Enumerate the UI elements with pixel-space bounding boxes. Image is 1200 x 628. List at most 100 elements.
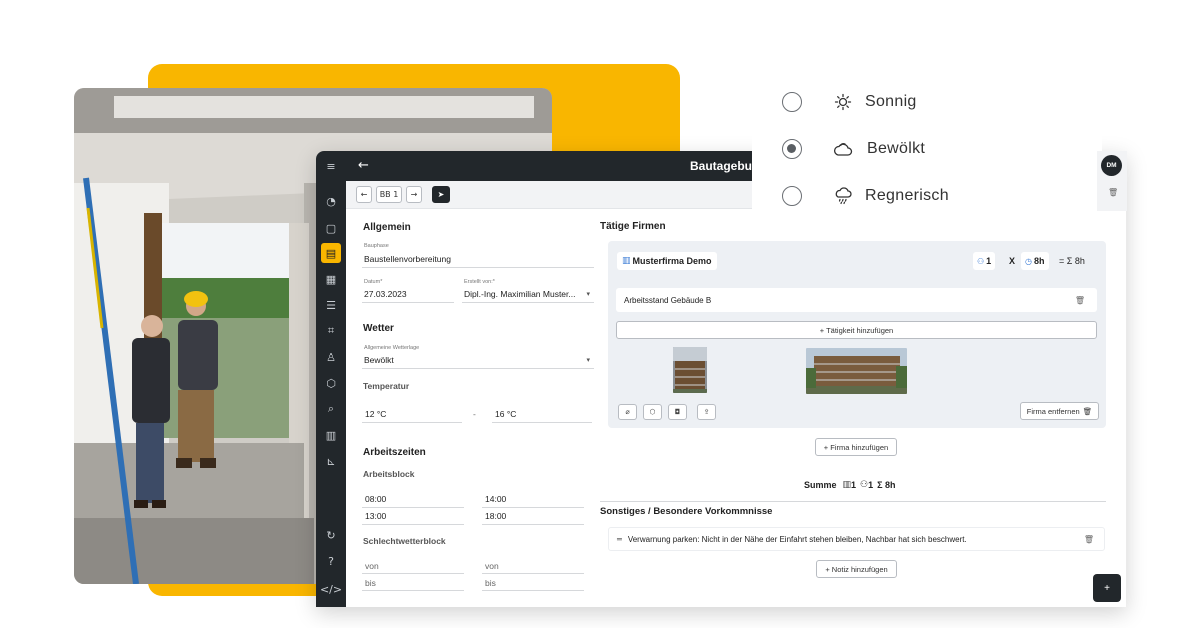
clock-icon: ◷ xyxy=(1025,256,1032,266)
weather-option-label: Bewölkt xyxy=(867,140,926,157)
schlechtwetter-bis-2[interactable]: bis xyxy=(485,578,496,588)
temp-min-underline xyxy=(362,422,462,423)
erstellt-von-select[interactable]: Erstellt von:* Dipl.-Ing. Maximilian Mus… xyxy=(462,279,594,303)
trash-icon[interactable]: 🗑 xyxy=(1075,296,1085,305)
radio-button[interactable] xyxy=(782,92,802,112)
sidebar: ≡ ◔ ▢ ▤ ▦ ☰ ⌗ ♙ ⬡ ⌕ ▥ ⊾ ↻ ? </> xyxy=(316,151,346,607)
temp-max-input[interactable]: 16 °C xyxy=(495,409,516,419)
search-icon[interactable]: ⌕ xyxy=(321,399,341,419)
sync-icon[interactable]: ↻ xyxy=(321,525,341,545)
diary-icon[interactable]: ▤ xyxy=(321,243,341,263)
entry-selector[interactable]: BB 1 xyxy=(376,186,402,203)
add-taetigkeit-button[interactable]: + Tätigkeit hinzufügen xyxy=(616,321,1097,339)
photo-thumbnail[interactable] xyxy=(673,347,707,393)
schlechtwetter-bis-1[interactable]: bis xyxy=(365,578,376,588)
chevron-down-icon: ▾ xyxy=(586,357,590,364)
help-icon[interactable]: ? xyxy=(321,551,341,571)
note-row[interactable]: ═ Verwarnung parken: Nicht in der Nähe d… xyxy=(608,527,1105,551)
code-icon[interactable]: </> xyxy=(320,579,342,599)
invoice-icon[interactable]: ▥ xyxy=(321,425,341,445)
datum-field[interactable]: Datum* 27.03.2023 xyxy=(362,279,454,303)
upload-icon[interactable]: ⇪ xyxy=(697,404,716,420)
hours-chip[interactable]: ◷ 8h xyxy=(1021,252,1049,270)
photo-thumbnail[interactable] xyxy=(806,348,907,394)
add-firma-button[interactable]: + Firma hinzufügen xyxy=(815,438,897,456)
arbeitsblock-2-von[interactable]: 13:00 xyxy=(365,511,386,521)
dashboard-icon[interactable]: ◔ xyxy=(321,191,341,211)
temperatur-label: Temperatur xyxy=(363,381,410,391)
send-button[interactable]: ➤ xyxy=(432,186,450,203)
radio-button[interactable] xyxy=(782,186,802,206)
clipboard-icon[interactable]: ▢ xyxy=(321,218,341,238)
building-icon: ▥ xyxy=(842,480,852,490)
app-window: ≡ ◔ ▢ ▤ ▦ ☰ ⌗ ♙ ⬡ ⌕ ▥ ⊾ ↻ ? </> ← Bautag… xyxy=(316,151,1126,607)
workers-icon: ⚇ xyxy=(977,256,985,266)
weather-option-label: Sonnig xyxy=(865,93,917,110)
divider xyxy=(362,524,464,525)
section-sonstiges: Sonstiges / Besondere Vorkommnisse xyxy=(600,506,773,517)
crane-icon[interactable]: ⌗ xyxy=(321,321,341,341)
weather-option-bewoelkt[interactable]: Bewölkt xyxy=(782,138,925,160)
temp-max-underline xyxy=(492,422,592,423)
divider xyxy=(362,573,464,574)
arbeitsblock-2-bis[interactable]: 18:00 xyxy=(485,511,506,521)
summe-row: Summe ▥ 1 ⚇ 1 Σ 8h xyxy=(804,480,896,490)
schlechtwetter-von-2[interactable]: von xyxy=(485,561,499,571)
box-icon[interactable]: ⬡ xyxy=(321,373,341,393)
rain-icon xyxy=(833,186,853,206)
list-icon[interactable]: ☰ xyxy=(321,295,341,315)
box-icon[interactable]: ⬡ xyxy=(643,404,662,420)
chevron-down-icon: ▾ xyxy=(586,291,590,298)
arbeitsblock-1-bis[interactable]: 14:00 xyxy=(485,494,506,504)
prev-entry-button[interactable]: ← xyxy=(356,186,372,203)
trash-icon[interactable]: 🗑 xyxy=(1108,188,1118,197)
section-allgemein: Allgemein xyxy=(363,222,411,233)
firm-name-chip[interactable]: ▥ Musterfirma Demo xyxy=(617,252,717,270)
temp-separator: - xyxy=(473,409,476,419)
firm-sum: = Σ 8h xyxy=(1059,256,1085,266)
page-title: Bautagebuch xyxy=(689,159,766,173)
workers-icon: ⚇ xyxy=(860,480,869,490)
divider xyxy=(482,524,584,525)
schlechtwetter-label: Schlechtwetterblock xyxy=(363,536,446,546)
taetigkeit-row[interactable]: Arbeitsstand Gebäude B 🗑 xyxy=(616,288,1097,312)
divider xyxy=(482,590,584,591)
divider xyxy=(482,573,584,574)
divider xyxy=(482,507,584,508)
multiply-sign: X xyxy=(1009,256,1016,266)
trash-icon: 🗑 xyxy=(1082,406,1093,416)
schlechtwetter-von-1[interactable]: von xyxy=(365,561,379,571)
section-wetter: Wetter xyxy=(363,323,394,334)
remove-firma-button[interactable]: Firma entfernen 🗑 xyxy=(1020,402,1099,420)
add-note-button[interactable]: + Notiz hinzufügen xyxy=(816,560,897,578)
building-icon[interactable]: ▦ xyxy=(321,269,341,289)
wetterlage-select[interactable]: Allgemeine Wetterlage Bewölkt ▾ xyxy=(362,345,594,369)
section-arbeitszeiten: Arbeitszeiten xyxy=(363,447,426,458)
workers-chip[interactable]: ⚇ 1 xyxy=(973,252,996,270)
chart-icon[interactable]: ⊾ xyxy=(321,451,341,471)
building-icon: ▥ xyxy=(622,256,631,266)
avatar[interactable]: DM xyxy=(1101,155,1122,176)
camera-icon[interactable]: ◘ xyxy=(668,404,687,420)
menu-icon[interactable]: ≡ xyxy=(321,156,341,176)
cloud-icon xyxy=(833,139,853,159)
attachment-icon[interactable]: ⌀ xyxy=(618,404,637,420)
weather-option-label: Regnerisch xyxy=(865,187,949,204)
divider xyxy=(362,507,464,508)
next-entry-button[interactable]: → xyxy=(406,186,422,203)
divider xyxy=(362,590,464,591)
radio-button-checked[interactable] xyxy=(782,139,802,159)
drag-handle-icon[interactable]: ═ xyxy=(617,535,622,544)
sun-icon xyxy=(833,92,853,112)
section-taetige-firmen: Tätige Firmen xyxy=(600,221,666,232)
weather-option-sonnig[interactable]: Sonnig xyxy=(782,91,917,113)
bauphase-field[interactable]: Bauphase Baustellenvorbereitung xyxy=(362,243,594,268)
weather-option-regnerisch[interactable]: Regnerisch xyxy=(782,185,949,207)
user-icon[interactable]: ♙ xyxy=(321,347,341,367)
temp-min-input[interactable]: 12 °C xyxy=(365,409,386,419)
add-fab-button[interactable]: + xyxy=(1093,574,1121,602)
divider xyxy=(600,501,1106,502)
trash-icon[interactable]: 🗑 xyxy=(1084,535,1094,544)
arbeitsblock-1-von[interactable]: 08:00 xyxy=(365,494,386,504)
arbeitsblock-label: Arbeitsblock xyxy=(363,469,415,479)
